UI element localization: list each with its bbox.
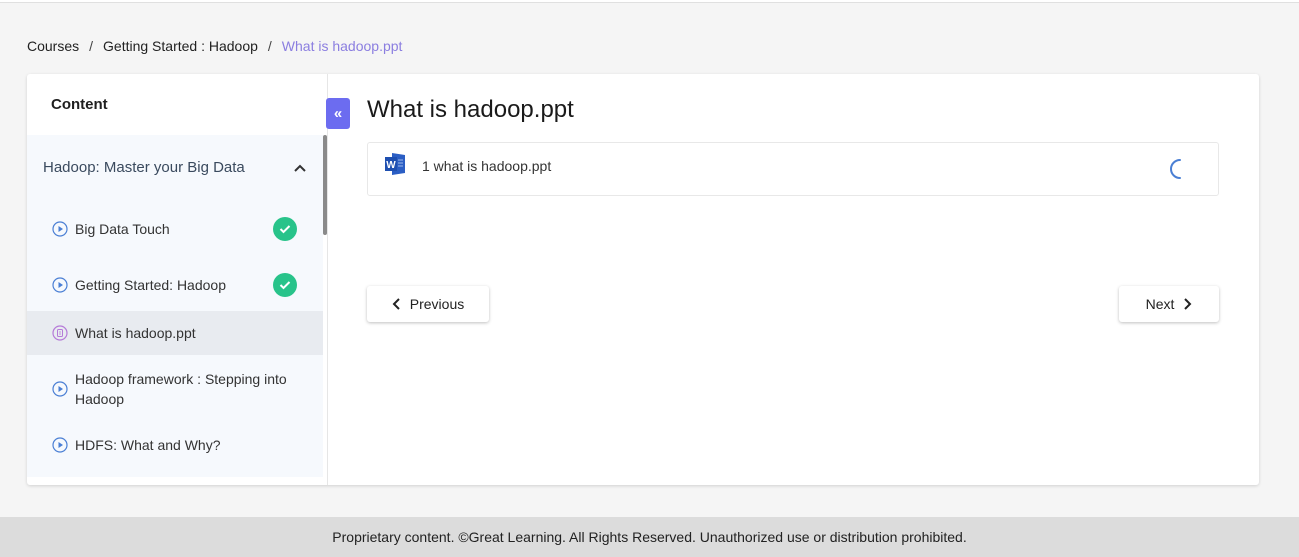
sidebar-scrollbar[interactable]: [323, 135, 327, 235]
chevron-left-icon: [392, 298, 400, 310]
word-document-icon: W: [385, 153, 405, 175]
breadcrumb-courses[interactable]: Courses: [27, 38, 79, 54]
collapse-sidebar-button[interactable]: «: [326, 98, 350, 129]
breadcrumb-current: What is hadoop.ppt: [281, 38, 403, 54]
breadcrumb-getting-started[interactable]: Getting Started : Hadoop: [103, 38, 258, 54]
check-icon: [273, 217, 297, 241]
module-item-label: HDFS: What and Why?: [75, 437, 221, 453]
top-divider: [0, 0, 1299, 3]
footer: Proprietary content. ©Great Learning. Al…: [0, 517, 1299, 557]
play-circle-icon: [52, 437, 68, 453]
sidebar-module-list: Hadoop: Master your Big Data Big Data To…: [27, 135, 323, 477]
module-item-getting-started[interactable]: Getting Started: Hadoop: [27, 271, 323, 299]
chevron-right-icon: [1184, 298, 1192, 310]
breadcrumb: Courses / Getting Started : Hadoop / Wha…: [27, 38, 402, 54]
file-name: 1 what is hadoop.ppt: [422, 158, 552, 174]
next-button[interactable]: Next: [1119, 286, 1219, 322]
check-icon: [273, 273, 297, 297]
footer-copyright: Proprietary content. ©Great Learning. Al…: [332, 529, 967, 545]
svg-text:W: W: [386, 160, 396, 171]
module-title: Hadoop: Master your Big Data: [43, 159, 245, 176]
module-item-label: Big Data Touch: [75, 221, 170, 237]
module-item-hdfs[interactable]: HDFS: What and Why?: [27, 431, 323, 459]
module-item-label: What is hadoop.ppt: [75, 325, 196, 341]
loading-spinner-icon: [1170, 159, 1181, 179]
page-title: What is hadoop.ppt: [367, 96, 574, 123]
module-item-big-data-touch[interactable]: Big Data Touch: [27, 215, 323, 243]
play-circle-icon: [52, 221, 68, 237]
previous-button[interactable]: Previous: [367, 286, 489, 322]
file-attachment[interactable]: W 1 what is hadoop.ppt: [367, 142, 1219, 196]
breadcrumb-separator: /: [89, 38, 94, 54]
next-label: Next: [1145, 296, 1175, 312]
module-item-label: Getting Started: Hadoop: [75, 277, 226, 293]
chevron-up-icon: [294, 164, 306, 172]
sidebar-title: Content: [51, 96, 108, 113]
document-circle-icon: [52, 325, 68, 341]
play-circle-icon: [52, 381, 68, 397]
content-sidebar: Content Hadoop: Master your Big Data Big…: [27, 74, 328, 485]
breadcrumb-separator: /: [267, 38, 272, 54]
module-item-what-is-hadoop[interactable]: What is hadoop.ppt: [27, 311, 323, 355]
module-header[interactable]: Hadoop: Master your Big Data: [43, 159, 307, 176]
module-item-label: Hadoop framework : Stepping into Hadoop: [75, 371, 287, 407]
play-circle-icon: [52, 277, 68, 293]
previous-label: Previous: [409, 296, 465, 312]
module-item-hadoop-framework[interactable]: Hadoop framework : Stepping into Hadoop: [27, 367, 323, 411]
content-card: Content Hadoop: Master your Big Data Big…: [27, 74, 1259, 485]
